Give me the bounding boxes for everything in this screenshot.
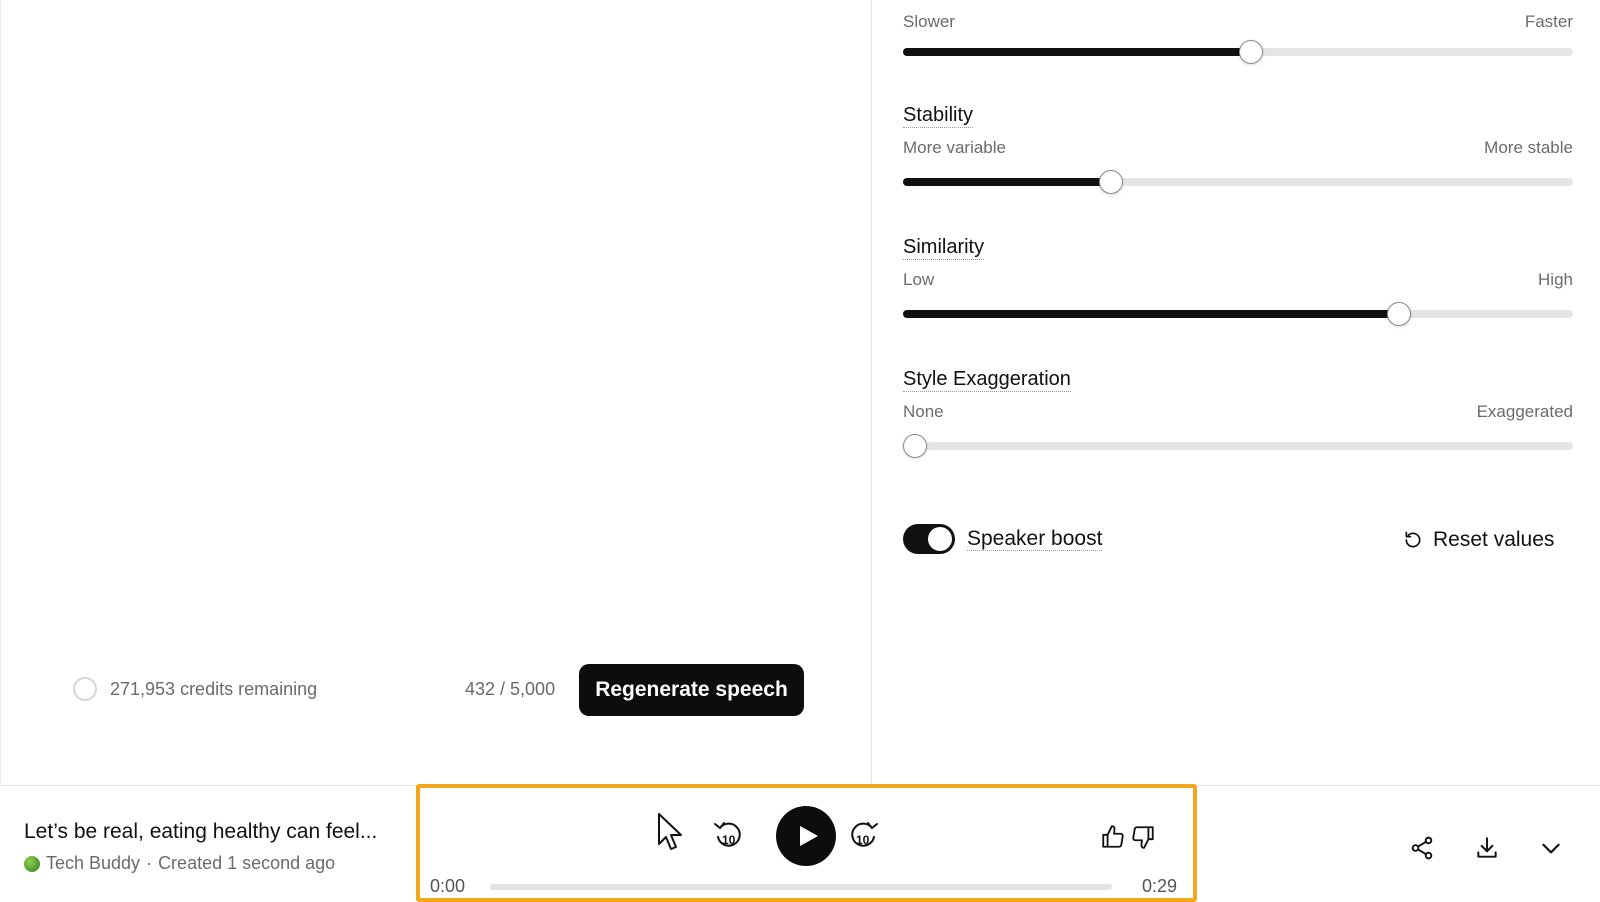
thumbs-up-icon bbox=[1100, 824, 1134, 850]
similarity-slider-fill bbox=[903, 310, 1399, 318]
reset-icon bbox=[1403, 530, 1423, 550]
speed-setting: Slower Faster bbox=[903, 12, 1573, 64]
style-exaggeration-slider-thumb[interactable] bbox=[903, 434, 927, 458]
total-duration: 0:29 bbox=[1142, 876, 1178, 896]
credits-usage-indicator bbox=[73, 677, 97, 701]
speed-min-label: Slower bbox=[903, 12, 955, 31]
forward-seconds: 10 bbox=[856, 833, 870, 847]
share-button[interactable] bbox=[1409, 834, 1437, 862]
track-meta: Tech Buddy · Created 1 second ago bbox=[24, 853, 335, 874]
stability-max-label: More stable bbox=[1484, 138, 1573, 157]
similarity-title[interactable]: Similarity bbox=[903, 236, 985, 260]
style-exaggeration-title[interactable]: Style Exaggeration bbox=[903, 368, 1071, 392]
download-button[interactable] bbox=[1474, 834, 1502, 862]
expand-button[interactable] bbox=[1538, 834, 1566, 862]
reset-values-button[interactable]: Reset values bbox=[1403, 528, 1554, 552]
speaker-boost-label[interactable]: Speaker boost bbox=[967, 528, 1103, 551]
similarity-min-label: Low bbox=[903, 270, 935, 289]
audio-player-bar: Let’s be real, eating healthy can feel..… bbox=[0, 784, 1600, 902]
similarity-max-label: High bbox=[1538, 270, 1573, 289]
text-editor-pane: 271,953 credits remaining 432 / 5,000 Re… bbox=[0, 0, 872, 784]
mouse-cursor-icon bbox=[656, 812, 686, 852]
play-icon bbox=[798, 824, 820, 848]
chevron-down-icon bbox=[1538, 835, 1566, 861]
forward-10-icon: 10 bbox=[846, 818, 880, 852]
thumbs-down-button[interactable] bbox=[1130, 820, 1164, 854]
rewind-seconds: 10 bbox=[722, 833, 736, 847]
stability-slider-thumb[interactable] bbox=[1098, 170, 1123, 194]
speed-slider-fill bbox=[903, 48, 1252, 56]
similarity-slider-thumb[interactable] bbox=[1386, 302, 1411, 326]
forward-10-button[interactable]: 10 bbox=[846, 818, 880, 852]
reset-values-label: Reset values bbox=[1433, 528, 1555, 551]
player-controls-highlight: 10 10 0:00 0:29 bbox=[416, 784, 1197, 902]
similarity-setting: Similarity Low High bbox=[903, 236, 1573, 326]
character-count: 432 / 5,000 bbox=[465, 679, 556, 699]
style-exaggeration-slider[interactable] bbox=[903, 434, 1573, 458]
rewind-10-icon: 10 bbox=[712, 818, 746, 852]
thumbs-up-button[interactable] bbox=[1100, 820, 1134, 854]
similarity-slider[interactable] bbox=[903, 302, 1573, 326]
playback-progress-bar[interactable] bbox=[490, 884, 1112, 890]
thumbs-down-icon bbox=[1130, 824, 1164, 850]
stability-setting: Stability More variable More stable bbox=[903, 104, 1573, 194]
credits-remaining: 271,953 credits remaining bbox=[110, 679, 318, 699]
stability-slider[interactable] bbox=[903, 170, 1573, 194]
track-title[interactable]: Let’s be real, eating healthy can feel..… bbox=[24, 820, 377, 844]
speed-slider-thumb[interactable] bbox=[1239, 40, 1264, 64]
regenerate-speech-button[interactable]: Regenerate speech bbox=[579, 664, 804, 716]
stability-title[interactable]: Stability bbox=[903, 104, 974, 128]
current-time: 0:00 bbox=[430, 876, 466, 896]
share-icon bbox=[1409, 835, 1437, 861]
speed-slider[interactable] bbox=[903, 40, 1573, 64]
created-time: Created 1 second ago bbox=[158, 853, 336, 873]
style-exaggeration-setting: Style Exaggeration None Exaggerated bbox=[903, 368, 1573, 458]
play-button[interactable] bbox=[776, 806, 836, 866]
meta-separator: · bbox=[146, 853, 153, 873]
speaker-boost-toggle[interactable] bbox=[903, 524, 955, 554]
voice-name[interactable]: Tech Buddy bbox=[46, 853, 140, 874]
rewind-10-button[interactable]: 10 bbox=[712, 818, 746, 852]
voice-avatar bbox=[24, 855, 40, 872]
voice-settings-pane: Slower Faster Stability More variable Mo… bbox=[873, 0, 1600, 784]
speed-max-label: Faster bbox=[1524, 12, 1573, 31]
style-max-label: Exaggerated bbox=[1476, 402, 1573, 421]
toggle-knob bbox=[928, 527, 952, 551]
download-icon bbox=[1474, 835, 1502, 861]
style-min-label: None bbox=[903, 402, 944, 421]
stability-slider-fill bbox=[903, 178, 1111, 186]
stability-min-label: More variable bbox=[903, 138, 1006, 157]
